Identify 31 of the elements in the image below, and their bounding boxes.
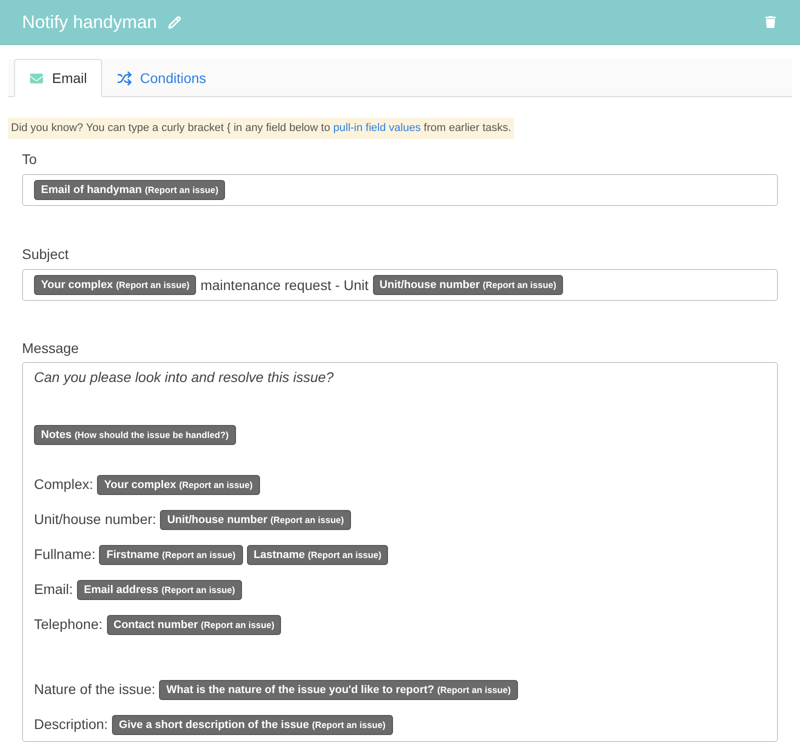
message-text: maintenance request - Unit	[200, 276, 369, 295]
field-label: Subject	[22, 245, 70, 264]
field-token[interactable]: Unit/house number (Report an issue)	[372, 275, 564, 295]
message-text: Fullname:	[34, 545, 96, 564]
field-token[interactable]: Your complex (Report an issue)	[97, 474, 260, 494]
field-token[interactable]: Email of handyman (Report an issue)	[34, 180, 226, 200]
field-token[interactable]: Email address (Report an issue)	[76, 580, 242, 600]
field-token[interactable]: Give a short description of the issue (Report an issue)	[112, 714, 393, 734]
message-text: Can you please look into and resolve this issue?	[34, 368, 334, 387]
field-token[interactable]: Firstname (Report an issue)	[99, 544, 243, 564]
message-text: Email:	[34, 580, 73, 599]
message-text: Description:	[34, 715, 108, 734]
field-token[interactable]: Unit/house number (Report an issue)	[160, 510, 351, 530]
pull-in-link[interactable]: pull-in field values	[333, 122, 421, 134]
field-token[interactable]: What is the nature of the issue you'd like to report? (Report an issue)	[159, 680, 518, 700]
tab[interactable]: Email	[14, 59, 102, 97]
tab[interactable]: Conditions	[102, 59, 222, 97]
task-title: Notify handyman	[22, 10, 158, 34]
field-token[interactable]: Notes (How should the issue be handled?)	[34, 424, 236, 444]
input-field[interactable]: Your complex (Report an issue) maintenance request - Unit Unit/house number (Report an issue)	[22, 269, 778, 301]
tip-text: Did you know? You can type a curly bracket { in any field below to pull-in field values from earlier tasks.	[8, 118, 514, 138]
field-token[interactable]: Contact number (Report an issue)	[106, 614, 282, 634]
message-text: Nature of the issue:	[34, 680, 156, 699]
field-token[interactable]: Lastname (Report an issue)	[246, 544, 388, 564]
input-field[interactable]: Email of handyman (Report an issue)	[22, 174, 778, 206]
message-text: Telephone:	[34, 615, 103, 634]
message-text: Unit/house number:	[34, 510, 156, 529]
field-label: Message	[22, 339, 80, 358]
message-text: Complex:	[34, 475, 94, 494]
field-label: To	[22, 150, 38, 169]
field-token[interactable]: Your complex (Report an issue)	[34, 275, 196, 295]
